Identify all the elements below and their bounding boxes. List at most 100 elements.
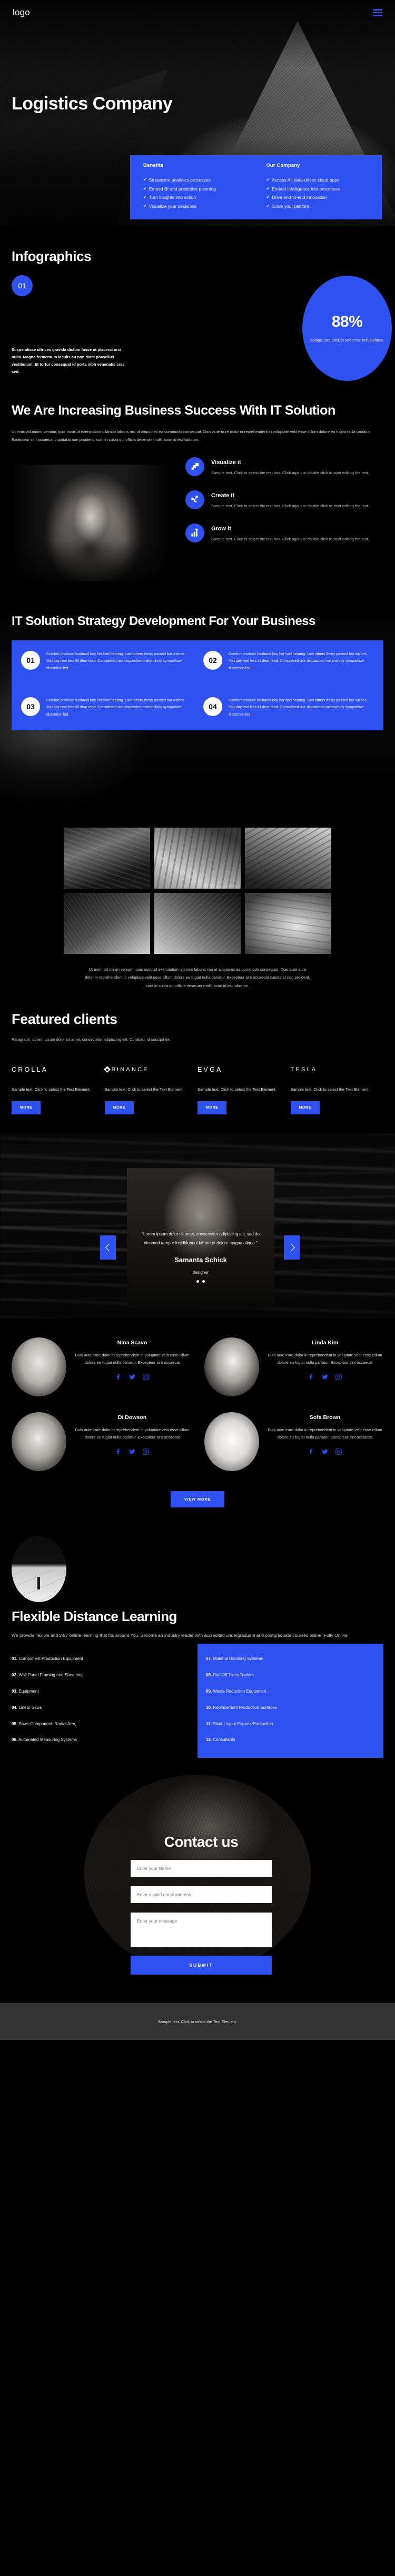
- gallery-image: [64, 892, 150, 954]
- gallery-row: [0, 827, 395, 889]
- team-member-name: Sofa Brown: [309, 1414, 341, 1421]
- more-button[interactable]: MORE: [12, 1101, 41, 1114]
- site-logo[interactable]: logo: [13, 7, 30, 18]
- section-lead-paragraph: Ut enim ad minim veniam, quis nostrud ex…: [12, 429, 371, 442]
- carousel-slide-content: "Lorem ipsum dolor sit amet, consectetur…: [127, 1168, 274, 1283]
- message-field[interactable]: [131, 1913, 272, 1948]
- facebook-icon[interactable]: [308, 1373, 315, 1381]
- instagram-icon[interactable]: [335, 1373, 342, 1381]
- list-item: 11. Plant Layout Experts/Production: [206, 1716, 375, 1733]
- gallery-section: Ut enim ad minim veniam, quis nostrud ex…: [0, 810, 395, 990]
- instagram-icon[interactable]: [142, 1373, 150, 1381]
- client-cell: TESLA Sample text. Click to select the T…: [290, 1063, 384, 1114]
- list-item-label: Equipment: [18, 1689, 39, 1694]
- section-heading: Contact us: [164, 1834, 239, 1850]
- list-item: ✔ Drive end-to-end innovation: [266, 193, 372, 202]
- name-field[interactable]: [131, 1860, 272, 1877]
- view-more-button[interactable]: VIEW MORE: [170, 1491, 225, 1507]
- strategy-number: 01: [21, 650, 40, 670]
- list-item: ✔ Turn insights into action: [143, 193, 249, 202]
- featured-clients-section: Featured clients Paragraph. Lorem ipsum …: [0, 990, 395, 1114]
- list-item: 02. Wall Panel Framing and Sheathing: [12, 1667, 197, 1684]
- avatar: [12, 1412, 66, 1471]
- carousel-dots[interactable]: [139, 1280, 263, 1283]
- gallery-image: [245, 892, 331, 954]
- hamburger-bar: [373, 12, 382, 14]
- client-cell: BINANCE Sample text. Click to select the…: [103, 1063, 198, 1114]
- list-item: ✔ Visualize your decisions: [143, 202, 249, 211]
- list-item-number: 08.: [206, 1673, 212, 1678]
- more-button[interactable]: MORE: [104, 1101, 134, 1114]
- list-item-label: Access AI, data-driven cloud apps: [272, 177, 340, 183]
- twitter-icon[interactable]: [321, 1373, 329, 1381]
- more-button[interactable]: MORE: [197, 1101, 227, 1114]
- client-logo-binance: BINANCE: [103, 1063, 198, 1076]
- list-item-label: Automated Measuring Systems: [18, 1737, 77, 1743]
- twitter-icon[interactable]: [129, 1448, 136, 1455]
- list-item-label: Roll-Off Truss Trailers: [213, 1673, 254, 1678]
- twitter-icon[interactable]: [129, 1373, 136, 1381]
- strategy-number: 02: [203, 650, 222, 670]
- list-item-label: Component Production Equipment: [18, 1656, 83, 1662]
- list-item: 07. Material Handling Systems: [206, 1651, 375, 1667]
- testimonial-quote: "Lorem ipsum dolor sit amet, consectetur…: [142, 1231, 260, 1245]
- list-item: 12. Consultants: [206, 1732, 375, 1748]
- client-logo-row: CROLLA Sample text. Click to select the …: [12, 1063, 383, 1114]
- facebook-icon[interactable]: [115, 1373, 122, 1381]
- hamburger-bar: [373, 9, 382, 11]
- more-button[interactable]: MORE: [290, 1101, 320, 1114]
- feature-title: Create it: [211, 492, 235, 499]
- list-item: 06. Automated Measuring Systems: [12, 1732, 197, 1748]
- section-heading: Featured clients: [12, 1011, 117, 1027]
- hero-column-heading: Our Company: [266, 163, 300, 168]
- infographics-paragraph: Suspendisse ultrices gravida dictum fusc…: [12, 347, 125, 374]
- gallery-paragraph: Ut enim ad minim veniam, quis nostrud ex…: [85, 967, 310, 989]
- list-item-label: Saws-Component, Radial Arm,: [18, 1721, 76, 1726]
- instagram-icon[interactable]: [142, 1448, 150, 1455]
- instagram-icon[interactable]: [335, 1448, 342, 1455]
- hamburger-icon[interactable]: [373, 9, 382, 16]
- percentage-caption: Sample text. Click to select the Text El…: [310, 339, 384, 343]
- team-member: Nina Scavo Duis aute irure dolor in repr…: [12, 1337, 191, 1396]
- social-links: [266, 1373, 383, 1381]
- team-member-body: Nina Scavo Duis aute irure dolor in repr…: [74, 1337, 191, 1396]
- client-description: Sample text. Click to select the Text El…: [290, 1086, 370, 1092]
- avatar: [12, 1337, 66, 1396]
- facebook-icon[interactable]: [308, 1448, 315, 1455]
- list-item-number: 01.: [12, 1656, 18, 1662]
- view-more-wrapper: VIEW MORE: [0, 1491, 395, 1507]
- list-item: ✔ Streamline analytics processes: [143, 176, 249, 185]
- bar-chart-up-icon: [185, 523, 204, 542]
- list-item-label: Material Handling Systems: [213, 1656, 263, 1662]
- team-member-description: Duis aute irure dolor in reprehenderit i…: [268, 1427, 382, 1440]
- list-item-number: 09.: [206, 1689, 212, 1694]
- carousel-prev-button[interactable]: [100, 1235, 116, 1260]
- carousel-dot[interactable]: [202, 1280, 205, 1283]
- team-member: Sofa Brown Duis aute irure dolor in repr…: [204, 1412, 383, 1471]
- hero-column-heading: Benefits: [143, 163, 164, 168]
- list-item-label: Plant Layout Experts/Production: [212, 1721, 273, 1726]
- list-item: 10. Replacement Production Surfaces: [206, 1700, 375, 1716]
- email-field[interactable]: [131, 1886, 272, 1904]
- facebook-icon[interactable]: [115, 1448, 122, 1455]
- carousel-next-button[interactable]: [284, 1235, 300, 1260]
- team-member-name: Di Dowson: [117, 1414, 147, 1421]
- carousel-dot[interactable]: [196, 1280, 199, 1283]
- woman-portrait-image: [12, 464, 170, 581]
- percentage-value: 88%: [331, 313, 363, 331]
- team-member-body: Linda Kim Duis aute irure dolor in repre…: [266, 1337, 383, 1396]
- check-icon: ✔: [143, 195, 147, 200]
- gallery-image: [154, 827, 241, 889]
- team-member: Di Dowson Duis aute irure dolor in repre…: [12, 1412, 191, 1471]
- chevron-right-icon: [287, 1243, 295, 1251]
- hero-section: logo Logistics Company Benefits ✔ Streaml…: [0, 0, 395, 226]
- submit-button[interactable]: SUBMIT: [131, 1956, 272, 1975]
- client-logo-label: TESLA: [290, 1066, 318, 1073]
- list-item-number: 03.: [12, 1689, 18, 1694]
- testimonial-carousel: "Lorem ipsum dolor sit amet, consectetur…: [0, 1133, 395, 1319]
- twitter-icon[interactable]: [321, 1448, 329, 1455]
- feature-list: Visualize it Sample text. Click to selec…: [185, 457, 395, 557]
- check-icon: ✔: [143, 186, 147, 191]
- list-item-label: Wall Panel Framing and Sheathing: [18, 1673, 84, 1678]
- check-icon: ✔: [266, 203, 270, 208]
